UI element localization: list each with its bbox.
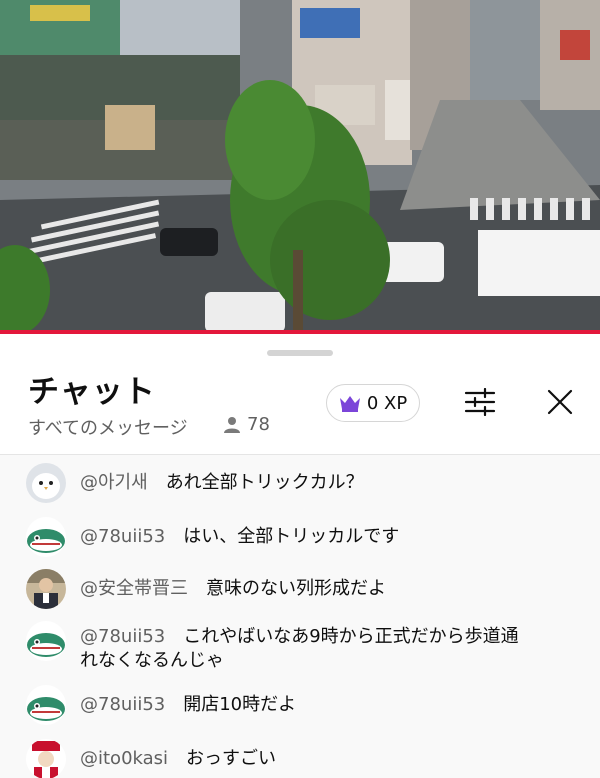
chat-settings-button[interactable] bbox=[462, 386, 498, 422]
message-author[interactable]: @78uii53 bbox=[80, 626, 165, 647]
video-player[interactable] bbox=[0, 0, 600, 334]
photo-avatar[interactable] bbox=[26, 569, 66, 609]
message-text: おっすごい bbox=[186, 748, 277, 769]
message-text: はい、全部トリッカルです bbox=[183, 526, 400, 547]
message-author[interactable]: @ito0kasi bbox=[80, 748, 168, 769]
green-shark-avatar[interactable] bbox=[26, 517, 66, 557]
viewer-count-value: 78 bbox=[247, 414, 270, 435]
xp-label: 0 XP bbox=[366, 392, 408, 414]
message-text: これやばいなあ9時から正式だから歩道通 bbox=[183, 626, 519, 647]
close-icon bbox=[546, 388, 574, 420]
message-text-continued: れなくなるんじゃ bbox=[80, 650, 224, 671]
message-list[interactable]: @아기새 あれ全部トリックカル？ @78uii53 はい、全部トリッカルです @… bbox=[0, 455, 600, 778]
chat-title: チャット bbox=[28, 374, 156, 410]
app-screen: チャット すべてのメッセージ 78 0 XP @아기새 あれ全部トリックカル？ … bbox=[0, 0, 600, 778]
white-bird-avatar[interactable] bbox=[26, 463, 66, 503]
message-text: 開店10時だよ bbox=[183, 694, 297, 715]
chat-panel: チャット すべてのメッセージ 78 0 XP @아기새 あれ全部トリックカル？ … bbox=[0, 334, 600, 778]
message-text: 意味のない列形成だよ bbox=[206, 578, 386, 599]
message-author[interactable]: @78uii53 bbox=[80, 526, 165, 547]
street-scene-image bbox=[0, 0, 600, 334]
sliders-icon bbox=[464, 387, 496, 420]
message-author[interactable]: @아기새 bbox=[80, 472, 148, 493]
viewer-count: 78 bbox=[222, 414, 270, 435]
xp-button[interactable]: 0 XP bbox=[326, 384, 420, 422]
green-shark-avatar[interactable] bbox=[26, 621, 66, 661]
message-author[interactable]: @安全帯晋三 bbox=[80, 578, 188, 599]
green-shark-avatar[interactable] bbox=[26, 685, 66, 725]
message-text: あれ全部トリックカル？ bbox=[165, 472, 364, 493]
message-author[interactable]: @78uii53 bbox=[80, 694, 165, 715]
close-button[interactable] bbox=[542, 386, 578, 422]
crown-icon bbox=[339, 394, 361, 412]
drag-handle[interactable] bbox=[267, 350, 333, 356]
person-icon bbox=[222, 415, 242, 435]
red-logo-avatar[interactable] bbox=[26, 739, 66, 778]
chat-filter-dropdown[interactable]: すべてのメッセージ bbox=[28, 414, 188, 440]
